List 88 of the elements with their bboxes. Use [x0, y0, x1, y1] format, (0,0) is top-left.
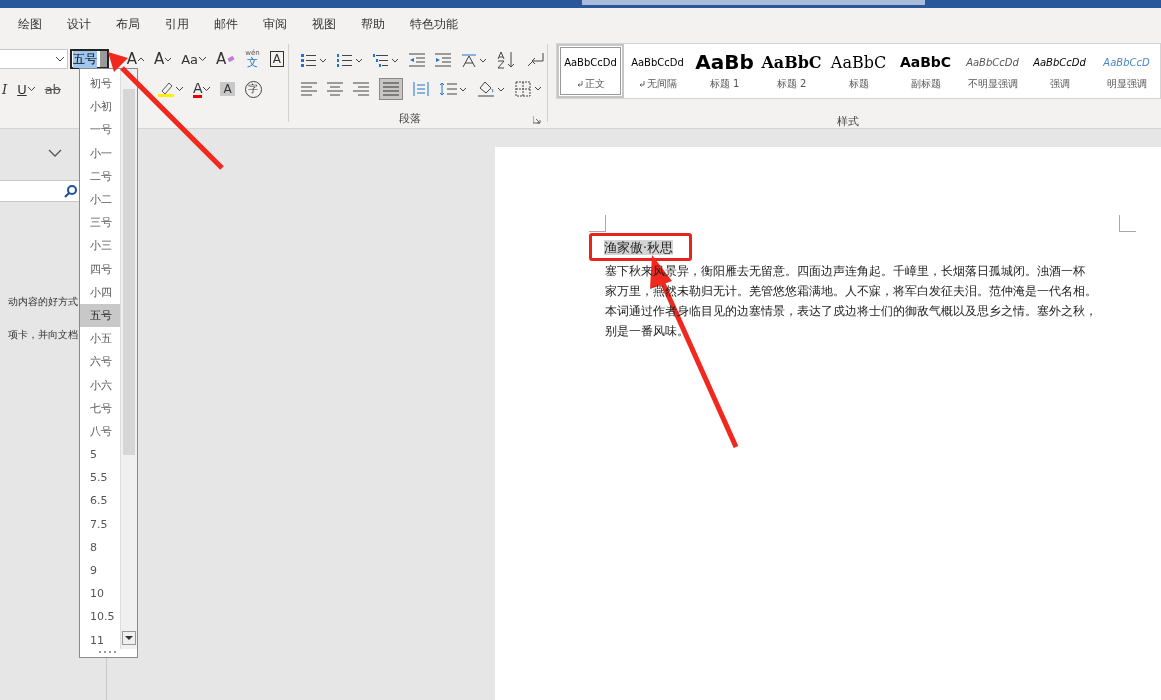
underline-button[interactable]: U	[15, 78, 37, 100]
crop-mark	[589, 215, 606, 232]
caret-icon	[165, 56, 172, 62]
font-size-option[interactable]: 小三	[80, 234, 121, 258]
body-text-line: 别是一番风味。	[605, 323, 690, 340]
scroll-down-icon[interactable]	[122, 631, 136, 645]
ribbon-tab[interactable]: 设计	[57, 11, 101, 37]
caret-icon	[27, 87, 35, 91]
font-size-option[interactable]: 7.5	[80, 512, 121, 536]
font-size-option[interactable]: 小二	[80, 187, 121, 212]
group-label: 样式	[835, 114, 860, 129]
clear-button[interactable]: A	[214, 48, 238, 70]
font-size-option[interactable]: 一号	[80, 118, 121, 142]
chevron-icon[interactable]	[48, 149, 62, 157]
font-size-option[interactable]: 六号	[80, 350, 121, 374]
borders-icon[interactable]	[514, 81, 543, 97]
shrink-button[interactable]: A	[151, 48, 174, 70]
italic-button[interactable]: I	[0, 78, 10, 100]
help-text: 动内容的好方式	[8, 295, 78, 309]
ribbon-tab[interactable]: 审阅	[253, 11, 297, 37]
font-size-option[interactable]: 小六	[80, 373, 121, 397]
ribbon-tab[interactable]: 特色功能	[400, 11, 468, 37]
align-left-icon[interactable]	[300, 82, 317, 96]
sort-icon[interactable]	[496, 51, 517, 69]
font-size-option[interactable]: 8	[80, 535, 121, 559]
search-field[interactable]	[582, 0, 925, 5]
eraser-icon	[227, 56, 236, 62]
numbered-list-icon[interactable]	[336, 53, 363, 67]
ribbon-tab[interactable]: 布局	[106, 11, 150, 37]
justify-icon[interactable]	[378, 78, 403, 100]
font-size-option[interactable]: 10	[80, 582, 121, 606]
font-size-option[interactable]: 5	[80, 443, 121, 467]
font-size-option[interactable]: 二号	[80, 164, 121, 188]
line-spacing-icon[interactable]	[438, 82, 467, 96]
border-button[interactable]: A	[267, 48, 286, 70]
ribbon-tab[interactable]: 引用	[155, 11, 199, 37]
case-button[interactable]: Aa	[179, 48, 209, 70]
help-text: 项卡，并向文档	[8, 328, 78, 342]
ribbon-tab[interactable]: 视图	[302, 11, 346, 37]
font-size-option[interactable]: 四号	[80, 257, 121, 281]
caret-icon	[203, 87, 211, 91]
font-size-field[interactable]: 五号	[69, 49, 109, 69]
font-size-option[interactable]: 小一	[80, 141, 121, 165]
align-center-icon[interactable]	[326, 82, 343, 96]
increase-indent-icon[interactable]	[434, 53, 451, 67]
group-label: 段落	[398, 111, 422, 126]
grow-button[interactable]: A	[124, 48, 146, 70]
strike-button[interactable]: ab	[42, 78, 63, 100]
caret-icon	[199, 57, 207, 61]
font-size-option[interactable]: 小初	[80, 95, 121, 119]
text-direction-icon[interactable]	[460, 52, 487, 68]
ribbon-tab[interactable]: 邮件	[204, 11, 248, 37]
style-item[interactable]: AaBbCcDd 正文	[557, 44, 624, 98]
decrease-indent-icon[interactable]	[408, 53, 425, 67]
caret-icon	[55, 56, 64, 62]
resize-grip-icon[interactable]	[99, 651, 117, 654]
font-size-option[interactable]: 三号	[80, 211, 121, 235]
document-title: 渔家傲·秋思	[604, 240, 673, 255]
font-size-option[interactable]: 11	[80, 628, 121, 652]
dialog-launcher-icon[interactable]	[533, 116, 542, 124]
shading-icon[interactable]	[476, 80, 505, 98]
bullet-list-icon[interactable]	[300, 53, 327, 67]
color-button[interactable]: A	[190, 78, 213, 100]
caret-icon	[175, 87, 183, 91]
font-size-option[interactable]: 9	[80, 558, 121, 583]
font-size-option[interactable]: 七号	[80, 396, 121, 420]
font-size-option[interactable]: 八号	[80, 419, 121, 443]
scrollbar-thumb[interactable]	[123, 89, 135, 455]
scrollbar[interactable]	[120, 69, 137, 649]
font-size-option[interactable]: 小四	[80, 280, 121, 304]
align-right-icon[interactable]	[352, 82, 369, 96]
font-size-option[interactable]: 10.5	[80, 605, 121, 629]
search-icon	[64, 184, 77, 198]
search-field[interactable]	[0, 180, 80, 202]
font-size-option[interactable]: 小五	[80, 327, 121, 351]
font-size-value: 五号	[72, 50, 97, 68]
ribbon-tab[interactable]: 帮助	[351, 11, 395, 37]
font-size-option[interactable]: 五号	[80, 303, 121, 328]
crop-mark	[1119, 215, 1136, 232]
multilevel-list-icon[interactable]	[372, 53, 399, 67]
font-size-option[interactable]: 5.5	[80, 466, 121, 490]
ribbon-tab[interactable]: 绘图	[8, 11, 52, 37]
caret-icon	[137, 56, 144, 62]
dropdown-button[interactable]	[99, 51, 107, 67]
font-size-option[interactable]: 6.5	[80, 489, 121, 513]
font-size-option[interactable]: 初号	[80, 72, 121, 96]
font-name-field[interactable]	[0, 49, 68, 69]
highlighter-icon	[156, 81, 175, 97]
